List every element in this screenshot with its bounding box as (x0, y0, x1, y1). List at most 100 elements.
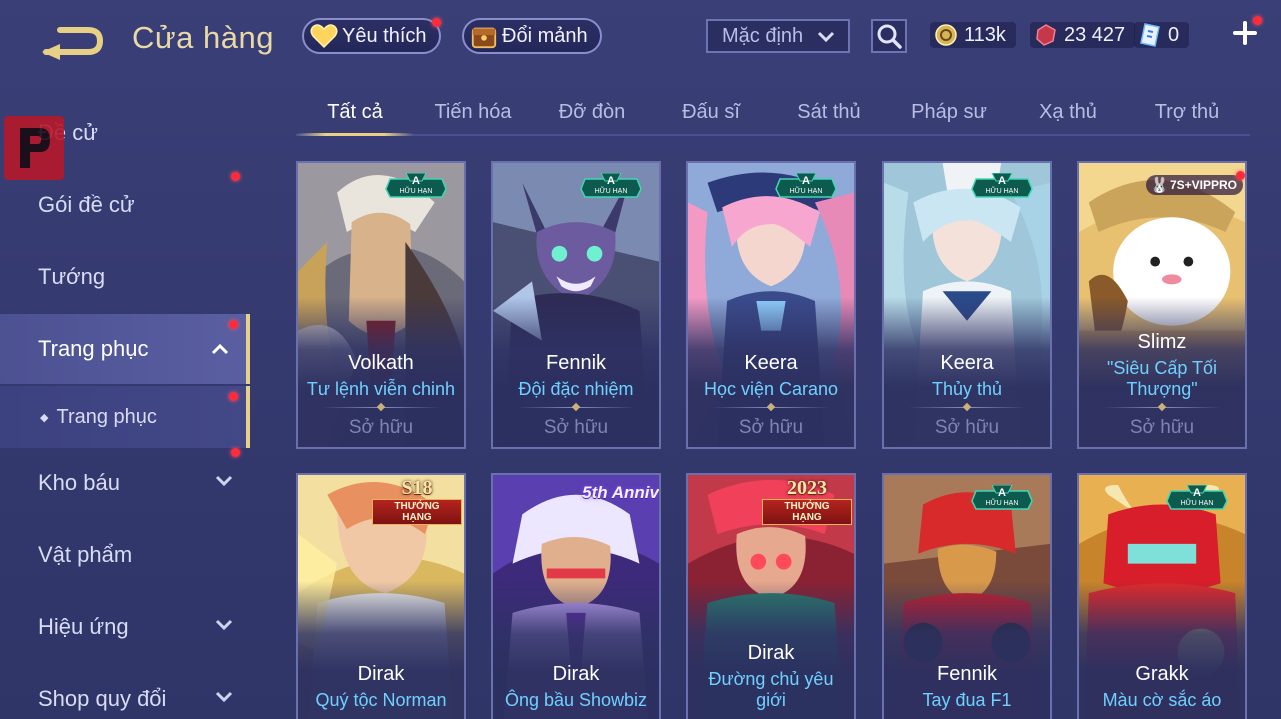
sidebar-subitem-skins[interactable]: ◆ Trang phục (0, 386, 250, 448)
tab-fighter[interactable]: Đấu sĩ (652, 94, 770, 134)
gold-coin-icon (934, 23, 958, 47)
skin-name: Đội đặc nhiệm (518, 379, 634, 399)
shard-chest-icon (470, 22, 498, 50)
chevron-down-icon (817, 31, 835, 43)
notification-dot (231, 448, 240, 457)
limited-badge: A HỮU HẠN (1165, 485, 1229, 511)
skin-name: Tay đua F1 (922, 690, 1012, 710)
gem-currency: 23 427 (1030, 20, 1136, 50)
watermark-logo (4, 116, 64, 180)
chevron-down-icon (215, 475, 233, 487)
skin-name: "Siêu Cấp Tối Thượng" (1106, 358, 1218, 399)
skin-card[interactable]: A HỮU HẠN Volkath Tư lệnh viễn chinh Sở … (296, 161, 466, 449)
heart-icon (310, 22, 338, 50)
skin-card[interactable]: A HỮU HẠN Keera Học viện Carano Sở hữu (686, 161, 856, 449)
hero-name: Dirak (747, 642, 795, 664)
tab-tank[interactable]: Đỡ đòn (533, 94, 651, 134)
bullet-icon: ◆ (40, 411, 49, 424)
skin-card[interactable]: 5th Anniv Dirak Ông bầu Showbiz (491, 473, 661, 719)
limited-badge: A HỮU HẠN (384, 173, 448, 199)
search-button[interactable] (871, 19, 907, 53)
sort-dropdown[interactable]: Mặc định (706, 19, 850, 53)
vip-badge: 🐰 7S+VIPPRO (1145, 171, 1245, 195)
sidebar-item-items[interactable]: Vật phẩm (0, 522, 250, 588)
sidebar-item-exchange-shop[interactable]: Shop quy đổi (0, 666, 250, 719)
skin-card[interactable]: 2023 THƯỞNG HẠNG Dirak Đường chủ yêu giớ… (686, 473, 856, 719)
search-icon (877, 24, 902, 49)
limited-badge: A HỮU HẠN (970, 485, 1034, 511)
back-button[interactable] (38, 22, 106, 60)
season-rank-badge: S18 THƯỞNG HẠNG (372, 477, 462, 525)
limited-badge: A HỮU HẠN (774, 173, 838, 199)
hero-name: Volkath (348, 352, 414, 374)
notification-dot (229, 392, 238, 401)
hero-name: Dirak (552, 663, 600, 685)
hero-name: Dirak (357, 663, 405, 685)
back-arrow-icon (42, 27, 104, 60)
sidebar-item-recommended-bundles[interactable]: Gói đề cử (0, 172, 250, 238)
add-currency-button[interactable] (1232, 16, 1262, 46)
sidebar-item-label: Shop quy đổi (38, 686, 167, 711)
sidebar-item-label: Hiệu ứng (38, 614, 129, 639)
gem-amount: 23 427 (1064, 23, 1126, 46)
red-gem-icon (1034, 23, 1058, 47)
tab-mage[interactable]: Pháp sư (890, 94, 1008, 134)
voucher-amount: 0 (1168, 23, 1180, 46)
exchange-shards-button[interactable]: Đổi mảnh (462, 18, 602, 54)
skin-name: Thủy thủ (931, 379, 1003, 399)
skin-name: Học viện Carano (703, 379, 839, 399)
hero-name: Slimz (1137, 331, 1187, 353)
skin-name: Quý tộc Norman (315, 690, 447, 710)
sidebar-item-heroes[interactable]: Tướng (0, 244, 250, 310)
rabbit-icon: 🐰 (1149, 177, 1169, 194)
sidebar-item-label: Vật phẩm (38, 542, 133, 567)
skin-card[interactable]: A HỮU HẠN Keera Thủy thủ Sở hữu (882, 161, 1052, 449)
skin-name: Màu cờ sắc áo (1102, 690, 1222, 710)
chevron-down-icon (215, 691, 233, 703)
hero-name: Keera (940, 352, 994, 374)
tab-evolution[interactable]: Tiến hóa (414, 94, 532, 134)
skin-card[interactable]: 🐰 7S+VIPPRO Slimz "Siêu Cấp Tối Thượng" … (1077, 161, 1247, 449)
sidebar-item-label: Gói đề cử (38, 192, 135, 217)
hero-name: Fennik (545, 352, 607, 374)
skin-name: Tư lệnh viễn chinh (306, 379, 456, 399)
skin-card[interactable]: A HỮU HẠN Fennik Đội đặc nhiệm Sở hữu (491, 161, 661, 449)
owned-status: Sở hữu (934, 417, 1000, 438)
hero-name: Keera (744, 352, 798, 374)
gold-currency: 113k (930, 20, 1016, 50)
top-bar: Cửa hàng Yêu thích Đổi mảnh Mặc định 113… (0, 0, 1281, 78)
tab-marksman[interactable]: Xạ thủ (1009, 94, 1127, 134)
tab-assassin[interactable]: Sát thủ (770, 94, 888, 134)
sidebar-item-effects[interactable]: Hiệu ứng (0, 594, 250, 660)
notification-dot (1253, 16, 1262, 25)
skin-card[interactable]: A HỮU HẠN Fennik Tay đua F1 (882, 473, 1052, 719)
hero-class-tabs: Tất cả Tiến hóa Đỡ đòn Đấu sĩ Sát thủ Ph… (296, 94, 1250, 136)
sort-selected-value: Mặc định (722, 24, 804, 47)
skin-card[interactable]: S18 THƯỞNG HẠNG Dirak Quý tộc Norman (296, 473, 466, 719)
skin-card[interactable]: A HỮU HẠN Grakk Màu cờ sắc áo (1077, 473, 1247, 719)
hero-name: Grakk (1135, 663, 1189, 685)
sidebar-item-label: Tướng (38, 264, 106, 289)
p-logo-icon (20, 128, 50, 168)
exchange-shards-label: Đổi mảnh (502, 24, 588, 47)
skin-name: Ông bầu Showbiz (504, 690, 648, 710)
favorites-button[interactable]: Yêu thích (302, 18, 441, 54)
gold-amount: 113k (964, 23, 1006, 46)
tab-all[interactable]: Tất cả (296, 94, 414, 136)
owned-status: Sở hữu (1129, 417, 1195, 438)
notification-dot (229, 320, 238, 329)
sidebar-item-label: Kho báu (38, 470, 120, 495)
notification-dot (431, 18, 441, 27)
limited-badge: A HỮU HẠN (579, 173, 643, 199)
sidebar-item-treasure[interactable]: Kho báu (0, 448, 250, 516)
notification-dot (231, 172, 240, 181)
chevron-down-icon (215, 619, 233, 631)
owned-status: Sở hữu (543, 417, 609, 438)
tab-support[interactable]: Trợ thủ (1128, 94, 1246, 134)
notification-dot (1236, 171, 1245, 180)
sidebar-subitem-label: Trang phục (56, 405, 157, 428)
limited-badge: A HỮU HẠN (970, 173, 1034, 199)
owned-status: Sở hữu (738, 417, 804, 438)
owned-status: Sở hữu (348, 417, 414, 438)
sidebar-item-skins[interactable]: Trang phục (0, 314, 250, 384)
